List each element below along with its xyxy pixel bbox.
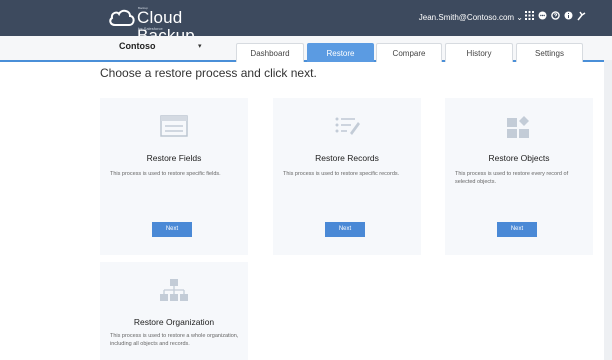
tab-compare[interactable]: Compare (376, 43, 442, 62)
records-icon (273, 114, 421, 143)
card-description: This process is used to restore a whole … (110, 333, 239, 347)
cloud-logo-icon (109, 9, 135, 26)
chat-icon[interactable] (538, 11, 547, 23)
org-name[interactable]: Contoso (119, 41, 156, 51)
card-restore-records: Restore Records This process is used to … (273, 98, 421, 255)
restore-fields-next-button[interactable]: Next (152, 222, 192, 237)
header-icons (525, 11, 586, 23)
fields-icon (100, 114, 248, 143)
card-restore-fields: Restore Fields This process is used to r… (100, 98, 248, 255)
card-description: This process is used to restore every re… (455, 171, 569, 185)
chevron-down-icon[interactable]: ▾ (198, 42, 202, 50)
tab-restore[interactable]: Restore (307, 43, 374, 62)
brand-subtitle: for Salesforce (138, 26, 163, 31)
restore-records-next-button[interactable]: Next (325, 222, 365, 237)
tab-dashboard[interactable]: Dashboard (236, 43, 304, 62)
tools-icon[interactable] (577, 11, 586, 24)
card-title: Restore Fields (146, 153, 202, 163)
user-menu[interactable]: Jean.Smith@Contoso.com ⌄ (419, 12, 523, 23)
objects-icon (445, 114, 593, 145)
card-restore-organization: Restore Organization This process is use… (100, 262, 248, 360)
card-restore-objects: Restore Objects This process is used to … (445, 98, 593, 255)
chevron-down-icon: ⌄ (516, 13, 523, 22)
help-icon[interactable] (551, 11, 560, 23)
card-description: This process is used to restore specific… (110, 171, 221, 177)
restore-objects-next-button[interactable]: Next (497, 222, 537, 237)
page-headline: Choose a restore process and click next. (100, 66, 317, 80)
card-description: This process is used to restore specific… (283, 171, 400, 177)
scrollbar[interactable] (604, 60, 612, 360)
app-logo[interactable]: Backup Cloud Backup for Salesforce (108, 6, 238, 45)
tab-settings[interactable]: Settings (516, 43, 583, 62)
tab-history[interactable]: History (445, 43, 513, 62)
organization-icon (100, 277, 248, 308)
card-title: Restore Records (315, 153, 379, 163)
info-icon[interactable] (564, 11, 573, 23)
card-title: Restore Organization (133, 317, 215, 327)
user-email: Jean.Smith@Contoso.com (418, 13, 515, 22)
card-title: Restore Objects (488, 153, 550, 163)
top-bar: Backup Cloud Backup for Salesforce Jean.… (0, 0, 612, 45)
grid-icon[interactable] (525, 11, 534, 23)
